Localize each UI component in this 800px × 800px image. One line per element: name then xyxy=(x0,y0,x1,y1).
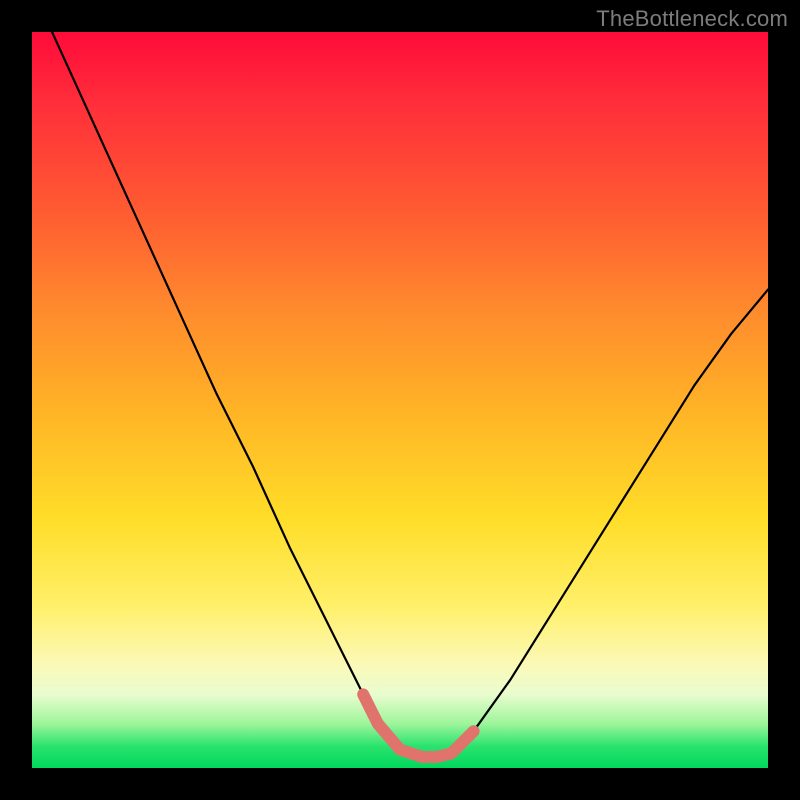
curve-layer xyxy=(32,32,768,768)
sweet-spot-highlight xyxy=(363,694,473,757)
chart-frame: TheBottleneck.com xyxy=(0,0,800,800)
plot-area xyxy=(32,32,768,768)
watermark-text: TheBottleneck.com xyxy=(596,6,788,32)
bottleneck-curve xyxy=(32,0,768,757)
